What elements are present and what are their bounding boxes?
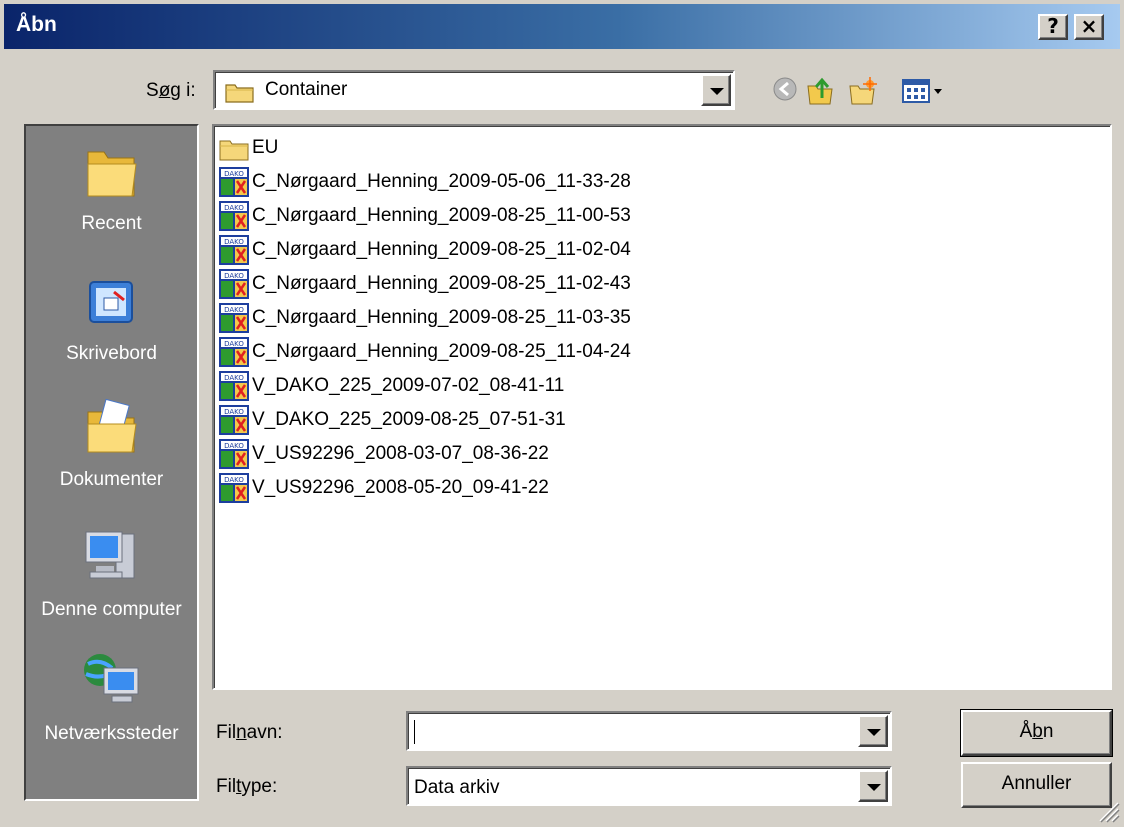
- place-desktop[interactable]: Skrivebord: [26, 270, 197, 366]
- chevron-down-icon: [867, 729, 881, 736]
- svg-text:DAKO: DAKO: [224, 272, 244, 280]
- lookin-dropdown-button[interactable]: [701, 74, 731, 106]
- svg-text:DAKO: DAKO: [224, 170, 244, 178]
- desktop-icon: [26, 270, 197, 336]
- list-item[interactable]: DAKO V_DAKO_225_2009-08-25_07-51-31: [218, 404, 566, 436]
- places-bar: Recent Skrivebord Dokumenter Denne compu…: [24, 124, 199, 801]
- help-button[interactable]: ?: [1038, 14, 1068, 40]
- place-recent[interactable]: Recent: [26, 140, 197, 236]
- recent-folder-icon: [26, 140, 197, 206]
- lookin-value: Container: [265, 79, 348, 100]
- chevron-down-icon: [710, 88, 724, 95]
- text-caret: [414, 720, 415, 744]
- lookin-combobox[interactable]: Container: [213, 70, 735, 110]
- dako-file-icon: DAKO: [219, 235, 249, 265]
- svg-text:DAKO: DAKO: [224, 442, 244, 450]
- dako-file-icon: DAKO: [219, 201, 249, 231]
- place-my-computer[interactable]: Denne computer: [26, 526, 197, 622]
- dako-file-icon: DAKO: [219, 337, 249, 367]
- filetype-label: Filtype:: [216, 776, 278, 797]
- up-folder-icon[interactable]: [806, 76, 836, 111]
- network-places-icon: [26, 650, 197, 716]
- close-button[interactable]: ×: [1074, 14, 1104, 40]
- svg-text:DAKO: DAKO: [224, 374, 244, 382]
- filename-dropdown-button[interactable]: [858, 715, 888, 747]
- list-item[interactable]: DAKO C_Nørgaard_Henning_2009-08-25_11-03…: [218, 302, 631, 334]
- list-item[interactable]: DAKO C_Nørgaard_Henning_2009-08-25_11-02…: [218, 268, 631, 300]
- view-menu-icon[interactable]: [902, 78, 950, 109]
- dako-file-icon: DAKO: [219, 405, 249, 435]
- filetype-value: Data arkiv: [414, 777, 500, 798]
- place-network[interactable]: Netværkssteder: [26, 650, 197, 746]
- list-item-folder[interactable]: EU: [218, 132, 278, 164]
- new-folder-icon[interactable]: [848, 76, 878, 111]
- svg-text:DAKO: DAKO: [224, 306, 244, 314]
- list-item[interactable]: DAKO C_Nørgaard_Henning_2009-05-06_11-33…: [218, 166, 631, 198]
- open-button[interactable]: Åbn: [960, 709, 1113, 757]
- window-title: Åbn: [16, 13, 57, 36]
- svg-text:DAKO: DAKO: [224, 476, 244, 484]
- list-item[interactable]: DAKO C_Nørgaard_Henning_2009-08-25_11-02…: [218, 234, 631, 266]
- svg-text:DAKO: DAKO: [224, 204, 244, 212]
- filetype-dropdown-button[interactable]: [858, 770, 888, 802]
- folder-icon: [225, 81, 255, 108]
- my-computer-icon: [26, 526, 197, 592]
- cancel-button[interactable]: Annuller: [961, 762, 1112, 808]
- dako-file-icon: DAKO: [219, 269, 249, 299]
- dako-file-icon: DAKO: [219, 473, 249, 503]
- svg-text:DAKO: DAKO: [224, 340, 244, 348]
- lookin-label: Søg i:: [146, 80, 196, 101]
- dako-file-icon: DAKO: [219, 439, 249, 469]
- filename-label: Filnavn:: [216, 722, 283, 743]
- filetype-combobox[interactable]: Data arkiv: [406, 766, 892, 806]
- list-item[interactable]: DAKO V_US92296_2008-05-20_09-41-22: [218, 472, 549, 504]
- dako-file-icon: DAKO: [219, 167, 249, 197]
- file-list[interactable]: EU DAKO C_Nørgaard_Henning_2009-05-06_11…: [212, 124, 1112, 690]
- list-item[interactable]: DAKO C_Nørgaard_Henning_2009-08-25_11-00…: [218, 200, 631, 232]
- folder-icon: [219, 140, 249, 161]
- documents-folder-icon: [26, 396, 197, 462]
- list-item[interactable]: DAKO V_US92296_2008-03-07_08-36-22: [218, 438, 549, 470]
- list-item[interactable]: DAKO V_DAKO_225_2009-07-02_08-41-11: [218, 370, 564, 402]
- svg-text:DAKO: DAKO: [224, 238, 244, 246]
- list-item[interactable]: DAKO C_Nørgaard_Henning_2009-08-25_11-04…: [218, 336, 631, 368]
- svg-text:DAKO: DAKO: [224, 408, 244, 416]
- dako-file-icon: DAKO: [219, 303, 249, 333]
- dako-file-icon: DAKO: [219, 371, 249, 401]
- chevron-down-icon: [867, 784, 881, 791]
- resize-grip-icon[interactable]: [1094, 797, 1120, 823]
- title-bar: Åbn ? ×: [4, 4, 1120, 49]
- place-documents[interactable]: Dokumenter: [26, 396, 197, 492]
- open-dialog: Åbn ? × Søg i: Container Recent Skrivebo…: [0, 0, 1124, 827]
- back-icon[interactable]: [772, 76, 798, 107]
- filename-combobox[interactable]: [406, 711, 892, 751]
